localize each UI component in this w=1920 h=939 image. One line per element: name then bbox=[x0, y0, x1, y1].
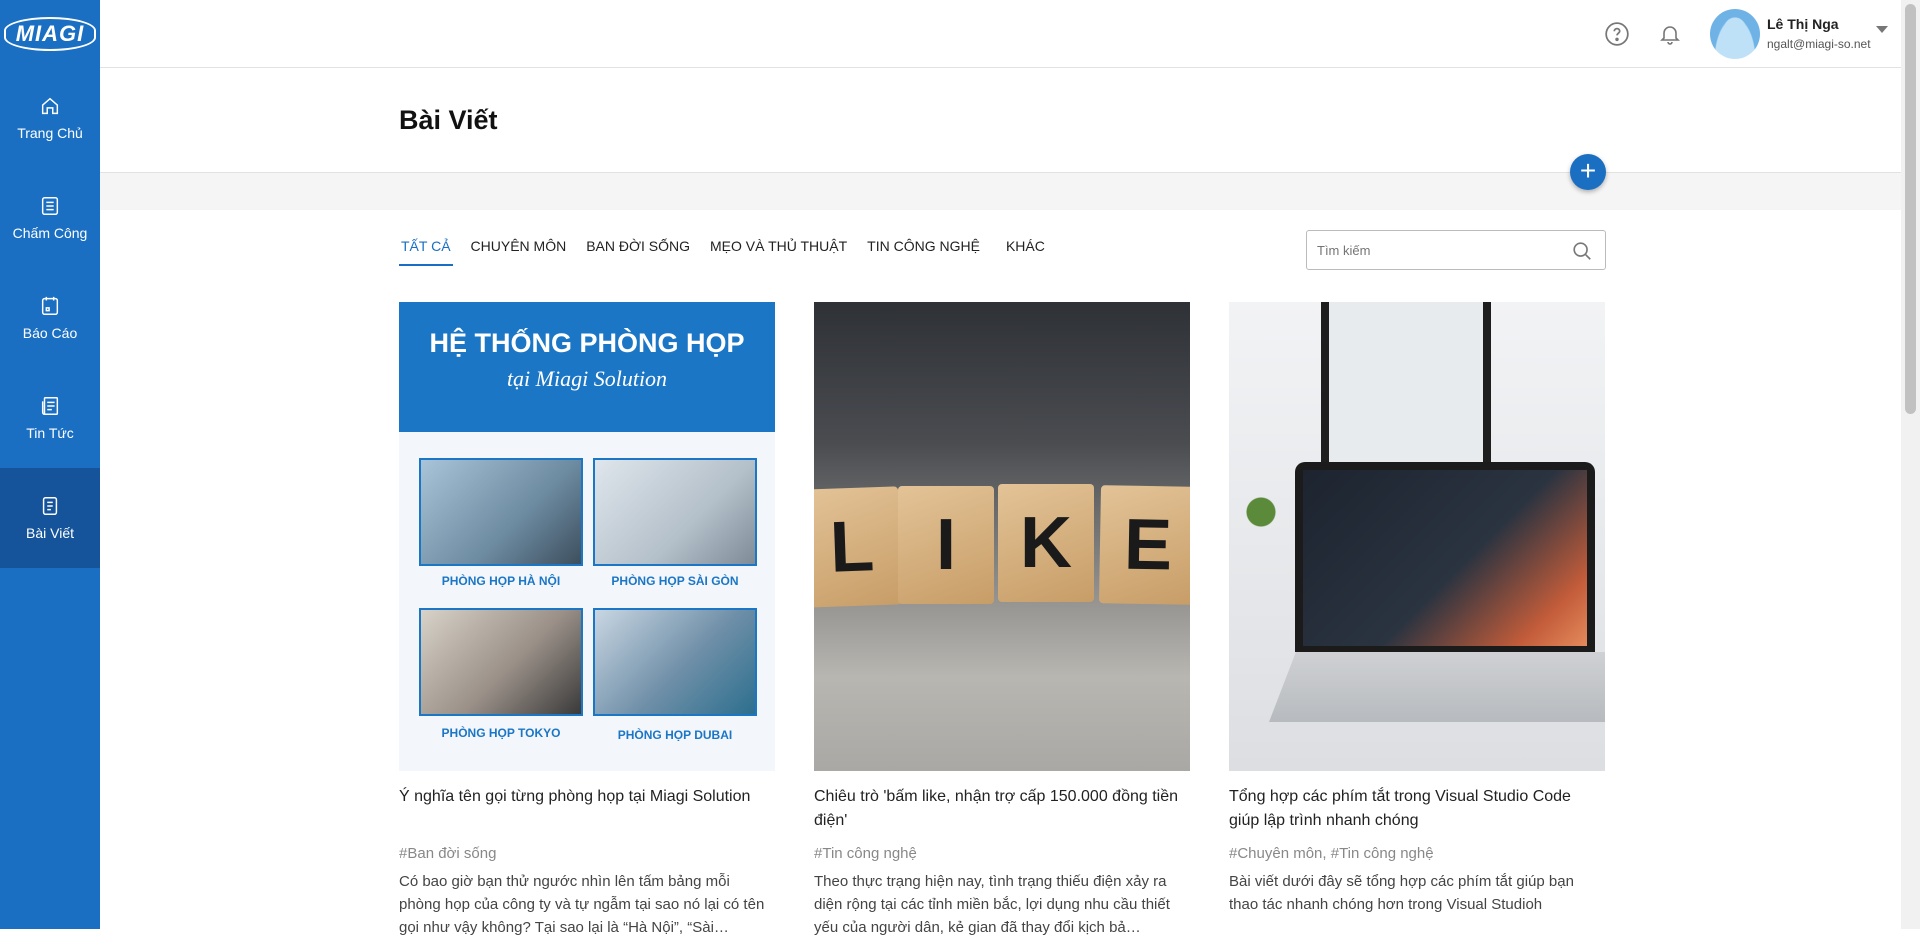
scrollbar-thumb[interactable] bbox=[1905, 4, 1916, 414]
help-icon[interactable] bbox=[1603, 20, 1631, 48]
post-card[interactable]: HỆ THỐNG PHÒNG HỌP tại Miagi Solution PH… bbox=[399, 302, 775, 939]
tab-all[interactable]: TẤT CẢ bbox=[399, 234, 453, 266]
post-tags[interactable]: #Ban đời sống bbox=[399, 845, 775, 862]
post-title[interactable]: Tổng hợp các phím tắt trong Visual Studi… bbox=[1229, 785, 1605, 833]
sidebar-item-label: Báo Cáo bbox=[22, 325, 78, 341]
post-thumbnail[interactable]: L I K E bbox=[814, 302, 1190, 771]
news-icon bbox=[41, 397, 59, 415]
code-editor-screen bbox=[1303, 470, 1587, 646]
scrollbar[interactable] bbox=[1901, 0, 1920, 929]
page-title: Bài Viết bbox=[399, 105, 498, 135]
sidebar-item-articles[interactable]: Bài Viết bbox=[0, 468, 100, 568]
post-thumbnail[interactable]: HỆ THỐNG PHÒNG HỌP tại Miagi Solution PH… bbox=[399, 302, 775, 771]
room-photo bbox=[419, 458, 583, 566]
laptop-keyboard bbox=[1269, 652, 1605, 722]
letter-block: I bbox=[898, 486, 994, 604]
post-card[interactable]: L I K E Chiêu trò 'bấm like, nhận trợ cấ… bbox=[814, 302, 1190, 939]
report-icon bbox=[41, 296, 59, 315]
plant-image bbox=[1241, 492, 1281, 542]
header-band bbox=[100, 173, 1901, 210]
letter-block: K bbox=[998, 484, 1094, 602]
top-bar: Lê Thị Nga ngalt@miagi-so.net bbox=[100, 0, 1901, 68]
sidebar-item-timekeeping[interactable]: Chấm Công bbox=[0, 168, 100, 268]
room-caption: PHÒNG HỌP HÀ NỘI bbox=[441, 574, 561, 588]
user-email: ngalt@miagi-so.net bbox=[1767, 37, 1871, 51]
tab-tech-news[interactable]: TIN CÔNG NGHỆ bbox=[865, 234, 982, 266]
sidebar-item-news[interactable]: Tin Tức bbox=[0, 368, 100, 468]
tab-tips[interactable]: MẸO VÀ THỦ THUẬT bbox=[708, 234, 849, 266]
tab-professional[interactable]: CHUYÊN MÔN bbox=[469, 234, 569, 266]
post-thumbnail[interactable] bbox=[1229, 302, 1605, 771]
sidebar: MIAGI Trang Chủ Chấm Công Báo Cáo Tin Tứ… bbox=[0, 0, 100, 929]
room-caption: PHÒNG HỌP SÀI GÒN bbox=[611, 574, 739, 588]
room-photo bbox=[593, 608, 757, 716]
room-caption: PHÒNG HỌP DUBAI bbox=[617, 728, 733, 742]
sidebar-item-label: Trang Chủ bbox=[17, 125, 83, 141]
bell-icon[interactable] bbox=[1656, 20, 1684, 48]
post-tags[interactable]: #Tin công nghệ bbox=[814, 845, 1190, 862]
tab-life[interactable]: BAN ĐỜI SỐNG bbox=[584, 234, 692, 266]
sidebar-item-reports[interactable]: Báo Cáo bbox=[0, 268, 100, 368]
miagi-logo[interactable]: MIAGI bbox=[0, 0, 100, 68]
chevron-down-icon[interactable] bbox=[1876, 26, 1888, 33]
avatar[interactable] bbox=[1710, 9, 1760, 59]
laptop-image bbox=[1295, 462, 1595, 652]
thumbnail-subheading: tại Miagi Solution bbox=[506, 366, 668, 391]
article-icon bbox=[42, 497, 58, 515]
sidebar-item-label: Chấm Công bbox=[12, 225, 88, 241]
search-input[interactable] bbox=[1307, 231, 1557, 269]
room-photo bbox=[593, 458, 757, 566]
room-caption: PHÒNG HỌP TOKYO bbox=[441, 726, 561, 740]
home-icon bbox=[41, 97, 59, 115]
letter-block: L bbox=[814, 486, 903, 608]
room-photo bbox=[419, 608, 583, 716]
sidebar-item-label: Bài Viết bbox=[26, 525, 74, 541]
sidebar-item-home[interactable]: Trang Chủ bbox=[0, 68, 100, 168]
user-name[interactable]: Lê Thị Nga bbox=[1767, 16, 1839, 32]
thumbnail-heading: HỆ THỐNG PHÒNG HỌP bbox=[429, 328, 745, 358]
add-post-button[interactable]: + bbox=[1570, 154, 1606, 190]
post-description: Bài viết dưới đây sẽ tổng hợp các phím t… bbox=[1229, 873, 1574, 913]
category-tabs: TẤT CẢ CHUYÊN MÔN BAN ĐỜI SỐNG MẸO VÀ TH… bbox=[399, 234, 1063, 266]
tab-other[interactable]: KHÁC bbox=[1004, 234, 1047, 266]
post-tags[interactable]: #Chuyên môn, #Tin công nghệ bbox=[1229, 845, 1605, 862]
post-title[interactable]: Chiêu trò 'bấm like, nhận trợ cấp 150.00… bbox=[814, 785, 1190, 833]
post-title[interactable]: Ý nghĩa tên gọi từng phòng họp tại Miagi… bbox=[399, 785, 775, 833]
letter-block: E bbox=[1098, 485, 1190, 605]
search-box bbox=[1306, 230, 1606, 270]
post-card[interactable]: Tổng hợp các phím tắt trong Visual Studi… bbox=[1229, 302, 1605, 916]
checklist-icon bbox=[41, 197, 59, 215]
search-icon[interactable] bbox=[1571, 240, 1593, 262]
sidebar-item-label: Tin Tức bbox=[26, 425, 74, 441]
